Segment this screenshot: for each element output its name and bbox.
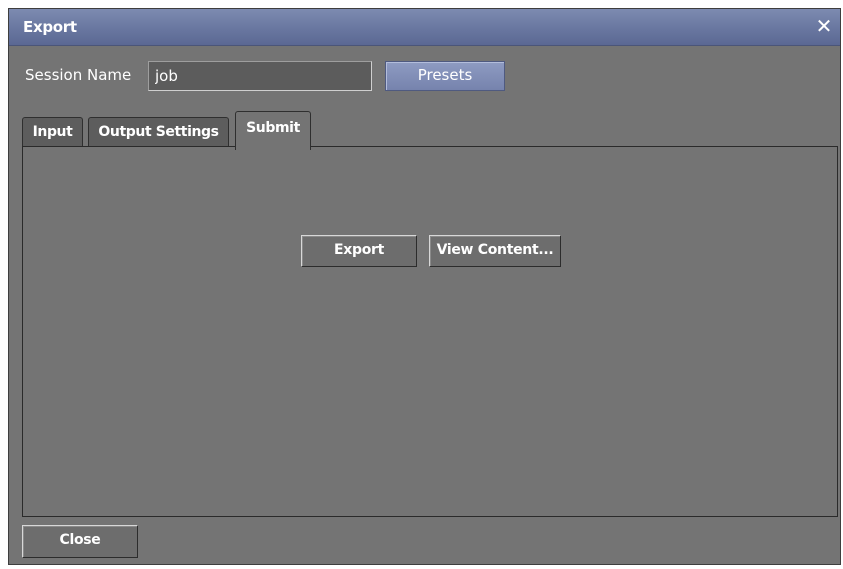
submit-panel: Export View Content... xyxy=(22,146,838,517)
close-icon[interactable]: ✕ xyxy=(814,15,834,37)
tab-submit[interactable]: Submit xyxy=(235,111,311,150)
session-name-input[interactable] xyxy=(148,61,372,91)
tab-input[interactable]: Input xyxy=(22,117,83,148)
export-button[interactable]: Export xyxy=(301,235,417,267)
export-dialog: Export ✕ Session Name Presets Input Outp… xyxy=(8,8,841,565)
tab-output-settings[interactable]: Output Settings xyxy=(88,117,229,148)
session-name-label: Session Name xyxy=(25,66,132,84)
dialog-title: Export xyxy=(23,18,77,36)
view-content-button[interactable]: View Content... xyxy=(429,235,561,267)
close-button[interactable]: Close xyxy=(22,525,138,558)
title-bar[interactable]: Export ✕ xyxy=(9,9,840,46)
presets-button[interactable]: Presets xyxy=(385,61,505,91)
